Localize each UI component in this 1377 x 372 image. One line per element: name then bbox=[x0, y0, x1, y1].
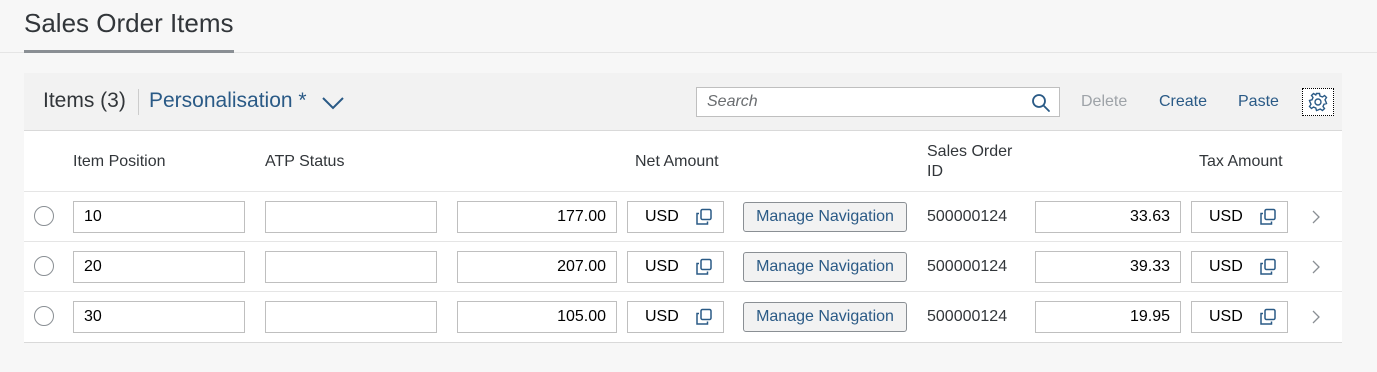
row-select-radio[interactable] bbox=[34, 206, 54, 226]
column-header-tax-amount[interactable]: Tax Amount bbox=[1199, 152, 1283, 172]
copy-icon[interactable] bbox=[695, 258, 713, 276]
item-position-input[interactable]: 30 bbox=[73, 301, 245, 333]
sales-order-id: 500000124 bbox=[927, 258, 1008, 275]
row-select-radio[interactable] bbox=[34, 306, 54, 326]
manage-navigation-button[interactable]: Manage Navigation bbox=[743, 302, 907, 332]
section-title-underline bbox=[24, 50, 234, 53]
net-currency-value: USD bbox=[645, 308, 679, 325]
chevron-down-icon[interactable] bbox=[321, 95, 345, 111]
table-title: Items (3) bbox=[43, 89, 126, 112]
tax-currency-input[interactable]: USD bbox=[1191, 301, 1288, 333]
search-icon[interactable] bbox=[1031, 93, 1051, 113]
chevron-right-icon[interactable] bbox=[1311, 210, 1321, 224]
column-header-item-position[interactable]: Item Position bbox=[73, 152, 165, 172]
column-header-sales-order-id[interactable]: Sales Order ID bbox=[927, 142, 1012, 182]
net-currency-value: USD bbox=[645, 208, 679, 225]
column-header-sales-order-id-line2: ID bbox=[927, 163, 943, 180]
table-row[interactable]: 20 207.00 USD Manage Navigation 50000012… bbox=[24, 241, 1342, 292]
item-position-input[interactable]: 10 bbox=[73, 201, 245, 233]
tax-currency-value: USD bbox=[1209, 308, 1243, 325]
section-title: Sales Order Items bbox=[24, 8, 234, 38]
item-position-input[interactable]: 20 bbox=[73, 251, 245, 283]
section-header: Sales Order Items bbox=[0, 0, 1377, 53]
net-amount-input[interactable]: 177.00 bbox=[457, 201, 617, 233]
row-select-radio[interactable] bbox=[34, 256, 54, 276]
net-amount-input[interactable]: 207.00 bbox=[457, 251, 617, 283]
tax-currency-input[interactable]: USD bbox=[1191, 201, 1288, 233]
chevron-right-icon[interactable] bbox=[1311, 310, 1321, 324]
net-currency-input[interactable]: USD bbox=[627, 301, 724, 333]
copy-icon[interactable] bbox=[1259, 208, 1277, 226]
create-button[interactable]: Create bbox=[1159, 93, 1207, 111]
sales-order-id: 500000124 bbox=[927, 208, 1008, 225]
net-currency-input[interactable]: USD bbox=[627, 251, 724, 283]
table-row[interactable]: 30 105.00 USD Manage Navigation 50000012… bbox=[24, 291, 1342, 342]
net-currency-value: USD bbox=[645, 258, 679, 275]
table-toolbar: Items (3) Personalisation * Delete Creat… bbox=[24, 73, 1342, 131]
table-row[interactable]: 10 177.00 USD Manage Navigation 50000012… bbox=[24, 191, 1342, 242]
copy-icon[interactable] bbox=[1259, 258, 1277, 276]
delete-button[interactable]: Delete bbox=[1081, 93, 1127, 111]
copy-icon[interactable] bbox=[695, 208, 713, 226]
paste-button[interactable]: Paste bbox=[1238, 93, 1279, 111]
tax-currency-input[interactable]: USD bbox=[1191, 251, 1288, 283]
manage-navigation-button[interactable]: Manage Navigation bbox=[743, 252, 907, 282]
table-settings-button[interactable] bbox=[1302, 88, 1334, 116]
tax-amount-input[interactable]: 33.63 bbox=[1035, 201, 1181, 233]
search-input[interactable] bbox=[707, 92, 1017, 112]
atp-status-input[interactable] bbox=[265, 251, 437, 283]
items-table-panel: Items (3) Personalisation * Delete Creat… bbox=[24, 73, 1342, 343]
tax-currency-value: USD bbox=[1209, 208, 1243, 225]
sales-order-id: 500000124 bbox=[927, 308, 1008, 325]
column-header-sales-order-id-line1: Sales Order bbox=[927, 143, 1013, 160]
chevron-right-icon[interactable] bbox=[1311, 260, 1321, 274]
search-field[interactable] bbox=[696, 87, 1060, 117]
copy-icon[interactable] bbox=[1259, 308, 1277, 326]
net-amount-input[interactable]: 105.00 bbox=[457, 301, 617, 333]
tax-amount-input[interactable]: 19.95 bbox=[1035, 301, 1181, 333]
variant-management-button[interactable]: Personalisation * bbox=[149, 89, 307, 113]
gear-icon bbox=[1308, 92, 1328, 112]
copy-icon[interactable] bbox=[695, 308, 713, 326]
manage-navigation-button[interactable]: Manage Navigation bbox=[743, 202, 907, 232]
tax-currency-value: USD bbox=[1209, 258, 1243, 275]
column-header-net-amount[interactable]: Net Amount bbox=[635, 152, 719, 172]
atp-status-input[interactable] bbox=[265, 301, 437, 333]
column-header-atp-status[interactable]: ATP Status bbox=[265, 152, 344, 172]
atp-status-input[interactable] bbox=[265, 201, 437, 233]
tax-amount-input[interactable]: 39.33 bbox=[1035, 251, 1181, 283]
toolbar-separator bbox=[138, 89, 139, 115]
net-currency-input[interactable]: USD bbox=[627, 201, 724, 233]
